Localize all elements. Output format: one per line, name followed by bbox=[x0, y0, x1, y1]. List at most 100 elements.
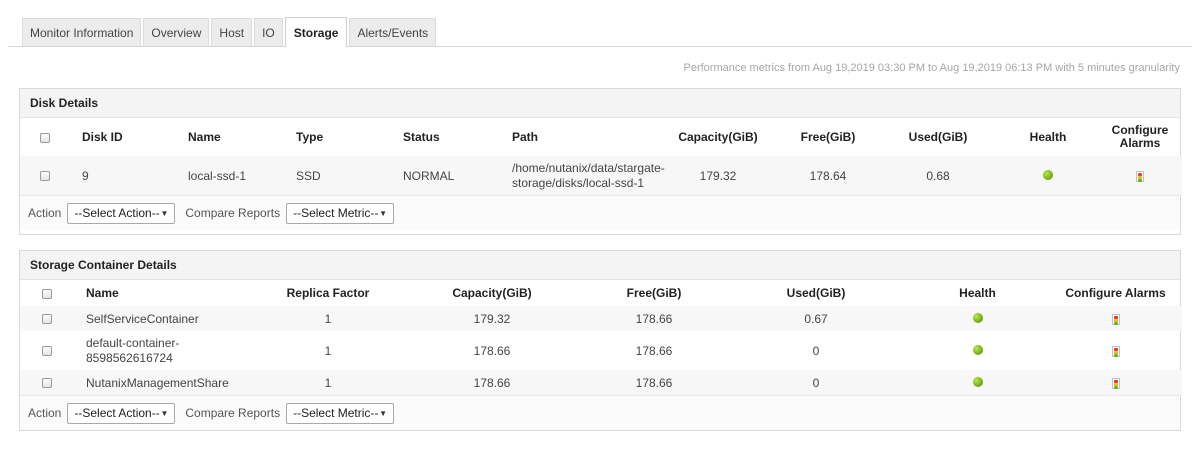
compare-reports-label: Compare Reports bbox=[185, 206, 281, 220]
storage-container-panel: Storage Container Details Name Replica F… bbox=[19, 250, 1182, 431]
tab-io[interactable]: IO bbox=[254, 18, 283, 46]
performance-metrics-note: Performance metrics from Aug 19,2019 03:… bbox=[683, 62, 1181, 74]
health-status-icon bbox=[1043, 169, 1053, 180]
container-name-cell: NutanixManagementShare bbox=[74, 370, 254, 395]
action-label: Action bbox=[28, 206, 62, 220]
disk-action-select[interactable]: --Select Action-- ▼ bbox=[67, 202, 176, 224]
container-action-bar: Action --Select Action-- ▼ Compare Repor… bbox=[20, 395, 1180, 430]
row-checkbox-cell bbox=[20, 331, 74, 370]
col-free[interactable]: Free(GiB) bbox=[582, 280, 726, 306]
col-status[interactable]: Status bbox=[391, 118, 500, 156]
select-value: --Select Metric-- bbox=[293, 206, 379, 220]
compare-reports-label: Compare Reports bbox=[185, 406, 281, 420]
used-cell: 0 bbox=[812, 343, 820, 358]
disk-capacity-cell: 179.32 bbox=[658, 156, 778, 195]
disk-row: 9 local-ssd-1 SSD NORMAL /home/nutanix/d… bbox=[20, 156, 1182, 195]
chevron-down-icon: ▼ bbox=[160, 408, 169, 418]
traffic-light-alarm-icon[interactable] bbox=[1111, 313, 1120, 325]
select-all-disks-checkbox[interactable] bbox=[40, 132, 50, 143]
disk-id-cell: 9 bbox=[70, 156, 176, 195]
select-value: --Select Metric-- bbox=[293, 406, 379, 420]
disk-action-bar: Action --Select Action-- ▼ Compare Repor… bbox=[20, 195, 1180, 230]
disk-path-cell: /home/nutanix/data/stargate-storage/disk… bbox=[500, 156, 665, 195]
used-cell: 0 bbox=[726, 370, 906, 395]
col-capacity[interactable]: Capacity(GiB) bbox=[658, 118, 778, 156]
select-all-checkbox-cell bbox=[20, 118, 70, 156]
tab-monitor-information[interactable]: Monitor Information bbox=[22, 18, 142, 46]
row-checkbox[interactable] bbox=[42, 346, 52, 357]
row-checkbox[interactable] bbox=[42, 314, 52, 325]
disk-table: Disk ID Name Type Status Path Capacity(G… bbox=[20, 118, 1182, 195]
used-cell: 0.67 bbox=[726, 306, 906, 331]
health-cell bbox=[906, 370, 1049, 395]
chevron-down-icon: ▼ bbox=[379, 408, 388, 418]
disk-used-cell: 0.68 bbox=[878, 156, 998, 195]
disk-name-cell: local-ssd-1 bbox=[176, 156, 284, 195]
disk-compare-select[interactable]: --Select Metric-- ▼ bbox=[286, 202, 395, 224]
health-status-icon bbox=[972, 376, 983, 387]
col-name[interactable]: Name bbox=[176, 118, 284, 156]
tab-storage[interactable]: Storage bbox=[284, 17, 348, 47]
col-capacity[interactable]: Capacity(GiB) bbox=[402, 280, 582, 306]
replica-factor-cell: 1 bbox=[254, 370, 402, 395]
disk-header-row: Disk ID Name Type Status Path Capacity(G… bbox=[20, 118, 1182, 156]
container-name-cell: default-container-8598562616724 bbox=[86, 335, 180, 365]
container-table: Name Replica Factor Capacity(GiB) Free(G… bbox=[20, 280, 1182, 395]
select-all-checkbox-cell bbox=[20, 280, 74, 306]
container-header-row: Name Replica Factor Capacity(GiB) Free(G… bbox=[20, 280, 1182, 306]
disk-free-cell: 178.64 bbox=[778, 156, 878, 195]
select-value: --Select Action-- bbox=[74, 206, 160, 220]
col-name[interactable]: Name bbox=[74, 280, 254, 306]
health-status-icon bbox=[972, 312, 983, 323]
col-type[interactable]: Type bbox=[284, 118, 391, 156]
col-health[interactable]: Health bbox=[998, 118, 1098, 156]
col-health[interactable]: Health bbox=[906, 280, 1049, 306]
tab-alerts-events[interactable]: Alerts/Events bbox=[349, 18, 437, 46]
capacity-cell: 178.66 bbox=[402, 370, 582, 395]
col-disk-id[interactable]: Disk ID bbox=[70, 118, 176, 156]
traffic-light-alarm-icon[interactable] bbox=[1136, 170, 1144, 182]
table-row: SelfServiceContainer 1 179.32 178.66 0.6… bbox=[20, 306, 1182, 331]
disk-details-title: Disk Details bbox=[20, 89, 1180, 118]
col-used[interactable]: Used(GiB) bbox=[726, 280, 906, 306]
tab-overview[interactable]: Overview bbox=[143, 18, 210, 46]
capacity-cell: 179.32 bbox=[402, 306, 582, 331]
col-path[interactable]: Path bbox=[500, 118, 658, 156]
container-action-select[interactable]: --Select Action-- ▼ bbox=[67, 402, 176, 424]
traffic-light-alarm-icon[interactable] bbox=[1111, 345, 1120, 357]
alarm-cell bbox=[1049, 306, 1182, 331]
tab-bar: Monitor Information Overview Host IO Sto… bbox=[22, 17, 438, 47]
disk-type-cell: SSD bbox=[284, 156, 391, 195]
row-checkbox-cell bbox=[20, 370, 74, 395]
row-checkbox-cell bbox=[20, 156, 70, 195]
tab-host[interactable]: Host bbox=[211, 18, 253, 46]
col-configure-alarms: Configure Alarms bbox=[1111, 123, 1169, 150]
action-label: Action bbox=[28, 406, 62, 420]
storage-container-title: Storage Container Details bbox=[20, 251, 1180, 280]
row-checkbox[interactable] bbox=[42, 378, 52, 389]
tab-divider bbox=[8, 46, 1192, 47]
traffic-light-alarm-icon[interactable] bbox=[1111, 377, 1120, 389]
row-checkbox[interactable] bbox=[40, 171, 50, 182]
health-status-icon bbox=[972, 344, 983, 355]
container-compare-select[interactable]: --Select Metric-- ▼ bbox=[286, 402, 395, 424]
free-cell: 178.66 bbox=[635, 343, 673, 358]
alarm-cell bbox=[1049, 331, 1182, 370]
table-row: default-container-8598562616724 1 178.66… bbox=[20, 331, 1182, 370]
health-cell bbox=[906, 331, 1049, 370]
select-all-containers-checkbox[interactable] bbox=[42, 288, 52, 299]
disk-health-cell bbox=[998, 156, 1098, 195]
col-replica-factor[interactable]: Replica Factor bbox=[254, 280, 402, 306]
health-cell bbox=[906, 306, 1049, 331]
col-configure-alarms: Configure Alarms bbox=[1065, 286, 1166, 300]
col-free[interactable]: Free(GiB) bbox=[778, 118, 878, 156]
disk-status-cell: NORMAL bbox=[391, 156, 500, 195]
disk-alarm-cell bbox=[1098, 156, 1182, 195]
table-row: NutanixManagementShare 1 178.66 178.66 0 bbox=[20, 370, 1182, 395]
select-value: --Select Action-- bbox=[74, 406, 160, 420]
container-name-cell: SelfServiceContainer bbox=[74, 306, 254, 331]
col-used[interactable]: Used(GiB) bbox=[878, 118, 998, 156]
capacity-cell: 178.66 bbox=[473, 343, 511, 358]
chevron-down-icon: ▼ bbox=[379, 208, 388, 218]
replica-factor-cell: 1 bbox=[324, 343, 332, 358]
